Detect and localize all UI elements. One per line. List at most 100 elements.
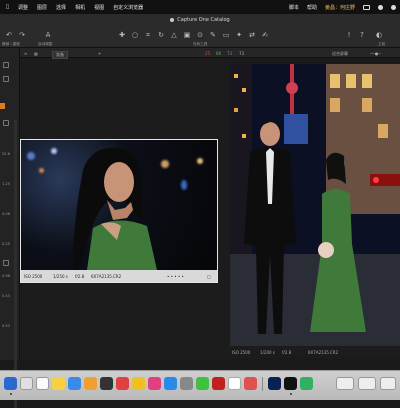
preview-info-bar: ISO 2500 1/200 s f/2.8 6X7A2135.CR2 bbox=[230, 346, 400, 358]
capture-one-logo-icon bbox=[170, 18, 175, 22]
menu-item-camera[interactable]: 相机 bbox=[75, 4, 85, 11]
menu-item-view[interactable]: 视图 bbox=[94, 4, 104, 11]
zoom-slider[interactable]: ──●─ bbox=[370, 51, 381, 56]
value-2: 0.06 bbox=[2, 212, 10, 216]
running-indicator bbox=[290, 393, 292, 395]
window-title: Capture One Catalog bbox=[177, 17, 230, 23]
sort-icon[interactable]: ≡ bbox=[24, 51, 27, 56]
reminders-icon[interactable] bbox=[36, 377, 49, 390]
color-picker-icon[interactable] bbox=[3, 260, 9, 266]
viewer-bar: ≡ ▦ 准备 + 25 66 73 73 适合屏幕 ──●─ bbox=[20, 48, 400, 59]
filter-select[interactable]: 准备 bbox=[52, 51, 68, 59]
preview-image bbox=[230, 64, 400, 346]
thumb-aperture: f/2.8 bbox=[75, 274, 85, 279]
netease-music-icon[interactable] bbox=[212, 377, 225, 390]
chrome-icon[interactable] bbox=[228, 377, 241, 390]
value-4: 0.96 bbox=[2, 274, 10, 278]
undo-icon[interactable]: ↶ bbox=[5, 31, 13, 39]
capture-one-icon[interactable] bbox=[284, 377, 297, 390]
thumb-rating-dots[interactable]: • • • • • bbox=[167, 274, 184, 279]
glowing-building bbox=[284, 114, 308, 144]
dock-app-icon[interactable] bbox=[244, 377, 257, 390]
rotate-icon[interactable]: ↻ bbox=[157, 31, 165, 39]
photo-booth-icon[interactable] bbox=[148, 377, 161, 390]
panel-scrollbar[interactable] bbox=[14, 120, 17, 408]
redo-icon[interactable]: ↷ bbox=[18, 31, 26, 39]
window-title-bar: Capture One Catalog bbox=[0, 14, 400, 26]
battery-icon[interactable] bbox=[363, 4, 370, 10]
alert-icon[interactable]: ! bbox=[345, 31, 353, 39]
thumb-shutter: 1/250 s bbox=[53, 274, 68, 279]
mask-icon[interactable]: ▣ bbox=[183, 31, 191, 39]
dock bbox=[0, 370, 400, 400]
add-icon[interactable]: + bbox=[98, 51, 101, 56]
preview-iso: ISO 2500 bbox=[232, 350, 251, 355]
before-label: 之前 bbox=[378, 42, 386, 46]
spot-removal-icon[interactable]: ⊙ bbox=[196, 31, 204, 39]
readout-red: 25 bbox=[205, 51, 211, 56]
terminal-icon[interactable] bbox=[300, 377, 313, 390]
bouquet bbox=[318, 242, 334, 258]
weibo-icon[interactable] bbox=[116, 377, 129, 390]
pan-tool-icon[interactable]: ✚ bbox=[118, 31, 126, 39]
menu-item-help[interactable]: 帮助 bbox=[307, 4, 317, 11]
control-center-icon[interactable] bbox=[391, 4, 396, 10]
notes-icon[interactable] bbox=[52, 377, 65, 390]
trash-icon[interactable] bbox=[380, 377, 396, 390]
keystone-icon[interactable]: △ bbox=[170, 31, 178, 39]
menu-item-custom-browser[interactable]: 自定义浏览器 bbox=[113, 4, 143, 11]
running-indicator bbox=[10, 393, 12, 395]
crop-icon[interactable]: ⌗ bbox=[144, 31, 152, 39]
tower-sphere bbox=[286, 82, 298, 94]
cursor-tools-label: 光标工具 bbox=[193, 42, 208, 46]
brush-icon[interactable]: ✎ bbox=[209, 31, 217, 39]
xcode-icon[interactable] bbox=[100, 377, 113, 390]
readout-green: 66 bbox=[216, 51, 222, 56]
preview-shutter: 1/200 s bbox=[260, 350, 275, 355]
large-preview[interactable] bbox=[230, 64, 400, 346]
annotate-icon[interactable]: ✍ bbox=[261, 31, 269, 39]
wifi-icon[interactable] bbox=[378, 4, 383, 10]
grid-view-icon[interactable]: ▦ bbox=[34, 51, 38, 56]
picker-icon[interactable]: ✦ bbox=[235, 31, 243, 39]
portrait-figure bbox=[73, 147, 157, 270]
user-status[interactable]: 姜昌：何庄野 bbox=[325, 4, 355, 11]
window-thumbnail-icon[interactable] bbox=[358, 377, 376, 390]
finder-icon[interactable] bbox=[4, 377, 17, 390]
auto-adjust-icon[interactable]: A bbox=[44, 31, 52, 39]
before-after-icon[interactable]: ◐ bbox=[375, 31, 383, 39]
preview-filename: 6X7A2135.CR2 bbox=[308, 350, 339, 355]
menu-item-select[interactable]: 选择 bbox=[56, 4, 66, 11]
pages-icon[interactable] bbox=[84, 377, 97, 390]
photoshop-icon[interactable] bbox=[268, 377, 281, 390]
value-5: 0.43 bbox=[2, 294, 10, 298]
eraser-icon[interactable]: ▭ bbox=[222, 31, 230, 39]
keyboard-icon[interactable] bbox=[336, 377, 354, 390]
exposure-icon[interactable] bbox=[3, 120, 9, 126]
thumb-filename: 6X7A2135.CR2 bbox=[91, 274, 122, 279]
app-store-icon[interactable] bbox=[164, 377, 177, 390]
apple-icon[interactable]:  bbox=[6, 4, 9, 10]
qq-music-icon[interactable] bbox=[132, 377, 145, 390]
menu-item-layers[interactable]: 图层 bbox=[37, 4, 47, 11]
active-tool-tab[interactable] bbox=[0, 103, 5, 109]
groom-head bbox=[260, 122, 280, 146]
value-3: 0.25 bbox=[2, 242, 10, 246]
mail-icon[interactable] bbox=[68, 377, 81, 390]
menu-item-scripts[interactable]: 脚本 bbox=[289, 4, 299, 11]
capture-tab-icon[interactable] bbox=[3, 76, 9, 82]
selected-thumbnail[interactable]: ISO 2500 1/250 s f/2.8 6X7A2135.CR2 • • … bbox=[20, 139, 218, 283]
library-tab-icon[interactable] bbox=[3, 62, 9, 68]
readout-blue: 73 bbox=[227, 51, 233, 56]
menu-item-adjust[interactable]: 调整 bbox=[18, 4, 28, 11]
help-icon[interactable]: ? bbox=[358, 31, 366, 39]
copy-apply-icon[interactable]: ⇄ bbox=[248, 31, 256, 39]
settings-icon[interactable] bbox=[180, 377, 193, 390]
thumb-tag-icon[interactable]: □ bbox=[207, 274, 211, 279]
wechat-icon[interactable] bbox=[196, 377, 209, 390]
loupe-icon[interactable]: ○ bbox=[131, 31, 139, 39]
left-tool-panel: 52.6 1.25 0.06 0.25 0.96 0.43 0.53 bbox=[0, 48, 20, 408]
thumbnail-info-bar: ISO 2500 1/250 s f/2.8 6X7A2135.CR2 • • … bbox=[21, 270, 217, 282]
fit-screen-label[interactable]: 适合屏幕 bbox=[332, 51, 348, 57]
launchpad-icon[interactable] bbox=[20, 377, 33, 390]
